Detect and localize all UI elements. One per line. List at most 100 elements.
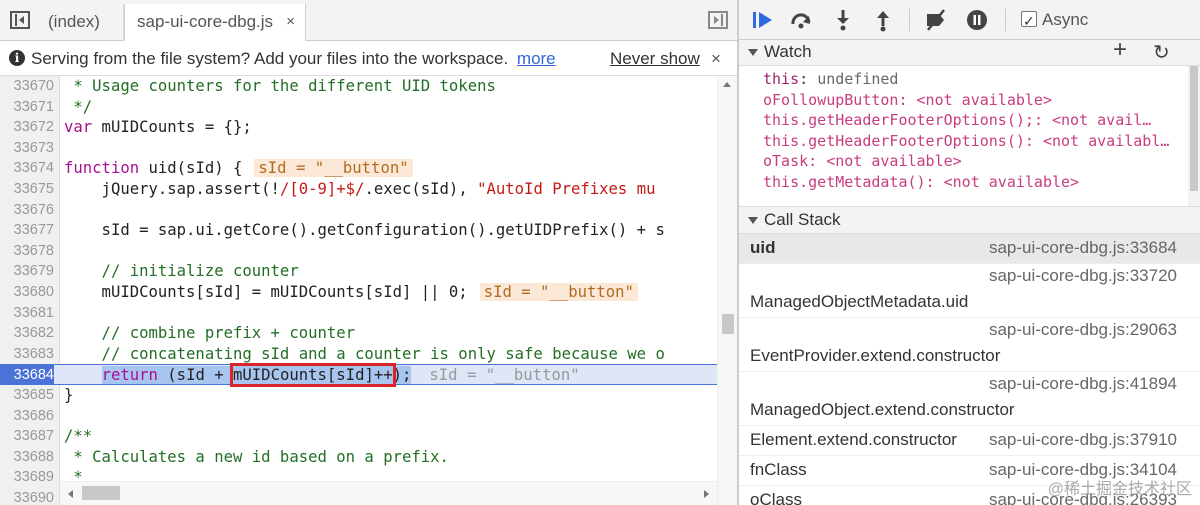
code-line[interactable]: 33676 [0, 200, 717, 221]
line-number[interactable]: 33670 [0, 76, 54, 97]
add-expression-icon[interactable]: + [1113, 38, 1127, 62]
line-number[interactable]: 33671 [0, 97, 54, 118]
line-number[interactable]: 33680 [0, 282, 54, 303]
code-text: function uid(sId) {sId = "__button" [64, 158, 413, 179]
step-into-icon[interactable] [831, 8, 855, 32]
code-line[interactable]: 33680 mUIDCounts[sId] = mUIDCounts[sId] … [0, 282, 717, 303]
call-frame[interactable]: ManagedObject.extend.constructor sap-ui-c… [739, 372, 1200, 426]
checkbox-icon[interactable] [1021, 9, 1037, 33]
line-number[interactable]: 33676 [0, 200, 54, 221]
code-line[interactable]: 33683 // concatenating sId and a counter… [0, 344, 717, 365]
line-number[interactable]: 33681 [0, 303, 54, 324]
toggle-debugger-icon[interactable] [708, 11, 728, 29]
code-text: jQuery.sap.assert(!/[0-9]+$/.exec(sId), … [64, 180, 656, 198]
close-infobar-icon[interactable]: × [711, 41, 721, 76]
line-number[interactable]: 33690 [0, 488, 54, 505]
code-line[interactable]: 33670 * Usage counters for the different… [0, 76, 717, 97]
resume-icon[interactable] [751, 8, 775, 32]
code-text: * Calculates a new id based on a prefix. [64, 447, 449, 466]
code-line[interactable]: 33685} [0, 385, 717, 406]
highlighted-expression: mUIDCounts[sId]++ [230, 363, 396, 388]
code-line[interactable]: 33688 * Calculates a new id based on a p… [0, 447, 717, 468]
more-link[interactable]: more [517, 49, 556, 68]
code-line[interactable]: 33674 function uid(sId) {sId = "__button" [0, 158, 717, 179]
watch-expression[interactable]: this.getMetadata(): <not available> [763, 172, 1183, 193]
line-number[interactable]: 33687 [0, 426, 54, 447]
editor-tab-bar: (index) sap-ui-core-dbg.js × [0, 0, 737, 41]
watch-section-header[interactable]: Watch + ↻ [739, 38, 1200, 66]
inline-value: sId = "__button" [479, 283, 638, 301]
code-line[interactable]: 33675 jQuery.sap.assert(!/[0-9]+$/.exec(… [0, 179, 717, 200]
line-number[interactable]: 33679 [0, 261, 54, 282]
line-number[interactable]: 33686 [0, 406, 54, 427]
frame-location[interactable]: sap-ui-core-dbg.js:33684 [989, 238, 1177, 258]
line-number[interactable]: 33683 [0, 344, 54, 365]
call-stack-header[interactable]: Call Stack [739, 206, 1200, 234]
frame-location[interactable]: sap-ui-core-dbg.js:41894 [989, 374, 1177, 394]
line-number[interactable]: 33688 [0, 447, 54, 468]
call-frame[interactable]: uid sap-ui-core-dbg.js:33684 [739, 234, 1200, 264]
deactivate-breakpoints-icon[interactable] [924, 8, 948, 32]
watch-expression[interactable]: oTask: <not available> [763, 151, 1183, 172]
toggle-navigator-icon[interactable] [10, 11, 30, 29]
code-line[interactable]: 33686 [0, 406, 717, 427]
line-number[interactable]: 33673 [0, 138, 54, 159]
scrollbar-thumb[interactable] [82, 486, 120, 500]
code-line[interactable]: 33671 */ [0, 97, 717, 118]
code-text: } [64, 386, 74, 404]
infobar-message: Serving from the file system? Add your f… [31, 49, 509, 68]
call-frame[interactable]: EventProvider.extend.constructor sap-ui-c… [739, 318, 1200, 372]
collapse-triangle-icon [748, 49, 758, 56]
frame-location[interactable]: sap-ui-core-dbg.js:29063 [989, 320, 1177, 340]
code-editor[interactable]: 33670 * Usage counters for the different… [0, 76, 737, 505]
line-number[interactable]: 33678 [0, 241, 54, 262]
code-line[interactable]: 33677 sId = sap.ui.getCore().getConfigur… [0, 220, 717, 241]
line-number[interactable]: 33675 [0, 179, 54, 200]
frame-location[interactable]: sap-ui-core-dbg.js:33720 [989, 266, 1177, 286]
workspace-infobar: i Serving from the file system? Add your… [0, 41, 737, 76]
frame-function: Element.extend.constructor [750, 430, 957, 449]
call-stack-list: uid sap-ui-core-dbg.js:33684 ManagedObject… [739, 234, 1200, 505]
debugger-sidebar: Async Watch + ↻ this: undefinedoFollowup… [739, 0, 1200, 505]
watch-expression[interactable]: this.getHeaderFooterOptions(): <not avai… [763, 131, 1183, 152]
call-frame[interactable]: ManagedObjectMetadata.uid sap-ui-core-dbg… [739, 264, 1200, 318]
pause-on-exceptions-icon[interactable] [965, 8, 989, 32]
vertical-scrollbar[interactable] [717, 76, 737, 505]
scrollbar-thumb[interactable] [722, 314, 734, 334]
code-line[interactable]: 33672 var mUIDCounts = {}; [0, 117, 717, 138]
watch-expression[interactable]: this.getHeaderFooterOptions();: <not ava… [763, 110, 1183, 131]
close-tab-icon[interactable]: × [286, 4, 295, 40]
frame-location[interactable]: sap-ui-core-dbg.js:37910 [989, 430, 1177, 450]
line-number[interactable]: 33677 [0, 220, 54, 241]
watch-scrollbar[interactable] [1188, 66, 1200, 206]
code-line[interactable]: 33681 [0, 303, 717, 324]
call-frame[interactable]: Element.extend.constructor sap-ui-core-db… [739, 426, 1200, 456]
code-line[interactable]: 33684 return (sId + mUIDCounts[sId]++); s… [0, 363, 717, 388]
refresh-icon[interactable]: ↻ [1153, 41, 1170, 65]
step-over-icon[interactable] [789, 8, 813, 32]
sources-panel: (index) sap-ui-core-dbg.js × i Serving f… [0, 0, 737, 505]
line-number[interactable]: 33674 [0, 158, 54, 179]
frame-function: ManagedObject.extend.constructor [750, 400, 1015, 419]
code-line[interactable]: 33682 // combine prefix + counter [0, 323, 717, 344]
line-number[interactable]: 33672 [0, 117, 54, 138]
code-line[interactable]: 33673 [0, 138, 717, 159]
line-number[interactable]: 33684 [0, 365, 54, 385]
tab-index[interactable]: (index) [36, 4, 124, 41]
line-number[interactable]: 33689 [0, 467, 54, 488]
code-line[interactable]: 33679 // initialize counter [0, 261, 717, 282]
inline-value: sId = "__button" [429, 366, 580, 385]
tab-label: (index) [48, 12, 100, 31]
code-line[interactable]: 33687 /** [0, 426, 717, 447]
line-number[interactable]: 33685 [0, 385, 54, 406]
line-number[interactable]: 33682 [0, 323, 54, 344]
watch-expression[interactable]: oFollowupButton: <not available> [763, 90, 1183, 111]
step-out-icon[interactable] [871, 8, 895, 32]
async-checkbox[interactable]: Async [1021, 8, 1088, 33]
horizontal-scrollbar[interactable] [60, 481, 717, 505]
tab-sap-ui-core-dbg[interactable]: sap-ui-core-dbg.js × [124, 4, 306, 41]
code-text: mUIDCounts[sId] = mUIDCounts[sId] || 0; s… [64, 282, 638, 303]
watch-expression[interactable]: this: undefined [763, 69, 1183, 90]
code-line[interactable]: 33678 [0, 241, 717, 262]
never-show-link[interactable]: Never show [610, 41, 700, 76]
